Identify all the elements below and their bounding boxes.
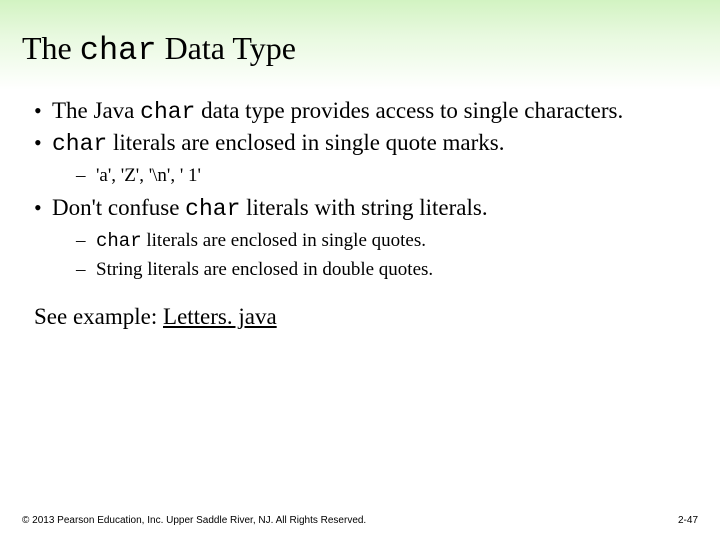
bullet-list: The Java char data type provides access … [30, 97, 690, 282]
bullet-2-post: literals are enclosed in single quote ma… [107, 130, 504, 155]
bullet-3-sub-1: char literals are enclosed in single quo… [52, 228, 690, 255]
bullet-2-sub-1: 'a', 'Z', '\n', ' 1' [52, 163, 690, 189]
bullet-3-sub-1-code: char [96, 230, 142, 252]
bullet-1: The Java char data type provides access … [30, 97, 690, 127]
title-post: Data Type [157, 30, 296, 66]
bullet-1-code: char [140, 99, 195, 125]
bullet-3-code: char [185, 196, 240, 222]
bullet-3-sub-1-post: literals are enclosed in single quotes. [142, 230, 426, 251]
bullet-1-post: data type provides access to single char… [195, 98, 623, 123]
bullet-3-pre: Don't confuse [52, 195, 185, 220]
bullet-2-code: char [52, 131, 107, 157]
footer-copyright: © 2013 Pearson Education, Inc. Upper Sad… [22, 515, 366, 526]
footer: © 2013 Pearson Education, Inc. Upper Sad… [22, 515, 698, 526]
bullet-2: char literals are enclosed in single quo… [30, 129, 690, 188]
bullet-2-sublist: 'a', 'Z', '\n', ' 1' [52, 163, 690, 189]
see-example-label: See example: [34, 304, 163, 329]
bullet-3-sub-2: String literals are enclosed in double q… [52, 257, 690, 283]
slide: The char Data Type The Java char data ty… [0, 0, 720, 540]
title-pre: The [22, 30, 80, 66]
title-code: char [80, 32, 157, 69]
footer-page-number: 2-47 [678, 515, 698, 526]
bullet-1-pre: The Java [52, 98, 140, 123]
bullet-3: Don't confuse char literals with string … [30, 194, 690, 282]
bullet-3-sublist: char literals are enclosed in single quo… [52, 228, 690, 282]
slide-title: The char Data Type [0, 0, 720, 69]
slide-body: The Java char data type provides access … [0, 69, 720, 330]
see-example-link[interactable]: Letters. java [163, 304, 277, 329]
bullet-3-post: literals with string literals. [240, 195, 487, 220]
see-example: See example: Letters. java [30, 304, 690, 330]
